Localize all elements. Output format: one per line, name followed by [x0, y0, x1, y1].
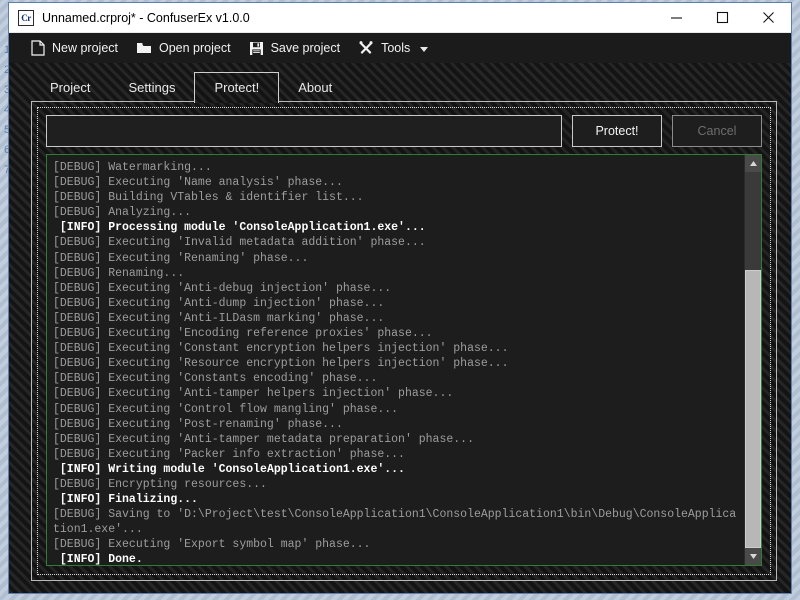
log-line: [INFO] Done. [53, 553, 143, 565]
maximize-button[interactable] [699, 3, 745, 32]
log-line: [DEBUG] Analyzing... [53, 206, 192, 220]
tools-label: Tools [381, 41, 411, 55]
protect-action-row: Protect! Cancel [46, 115, 762, 147]
tab-about[interactable]: About [279, 73, 351, 102]
folder-open-icon [136, 41, 152, 55]
window-body: Project Settings Protect! About Protect!… [9, 63, 791, 593]
log-line: [INFO] Finalizing... [53, 493, 198, 507]
open-project-button[interactable]: Open project [128, 36, 239, 60]
log-line: [INFO] Processing module 'ConsoleApplica… [53, 221, 426, 235]
log-line: [DEBUG] Executing 'Resource encryption h… [53, 357, 509, 371]
log-line: [DEBUG] Saving to 'D:\Project\test\Conso… [53, 508, 737, 537]
new-file-icon [31, 40, 45, 56]
scrollbar-thumb[interactable] [745, 269, 761, 548]
log-line: [DEBUG] Executing 'Control flow mangling… [53, 402, 399, 416]
app-logo-icon: Cr [18, 9, 34, 26]
scroll-down-arrow-icon[interactable] [745, 548, 761, 565]
save-project-button[interactable]: Save project [241, 36, 348, 60]
log-line: [DEBUG] Executing 'Anti-tamper helpers i… [53, 387, 454, 401]
log-line: [DEBUG] Renaming... [53, 266, 185, 280]
tools-menu-button[interactable]: Tools [350, 36, 436, 60]
protect-panel: Protect! Cancel [DEBUG] Watermarking...[… [37, 107, 771, 575]
main-toolbar: New project Open project Save project To… [9, 33, 791, 63]
log-line: [DEBUG] Encrypting resources... [53, 477, 267, 491]
tab-settings[interactable]: Settings [109, 73, 194, 102]
tab-page-protect: Protect! Cancel [DEBUG] Watermarking...[… [31, 101, 777, 581]
log-line: [DEBUG] Executing 'Invalid metadata addi… [53, 236, 426, 250]
log-line: [DEBUG] Watermarking... [53, 161, 212, 174]
protect-button[interactable]: Protect! [572, 115, 662, 147]
log-line: [DEBUG] Building VTables & identifier li… [53, 191, 364, 205]
log-line: [DEBUG] Executing 'Post-renaming' phase.… [53, 417, 343, 431]
output-path-input[interactable] [46, 115, 562, 147]
tab-project[interactable]: Project [31, 73, 109, 102]
save-project-label: Save project [270, 41, 341, 55]
cancel-button: Cancel [672, 115, 762, 147]
minimize-button[interactable] [653, 3, 699, 32]
title-bar[interactable]: Cr Unnamed.crproj* - ConfuserEx v1.0.0 [9, 3, 791, 33]
log-text-area[interactable]: [DEBUG] Watermarking... [DEBUG] Executing… [47, 155, 744, 565]
log-line: [DEBUG] Executing 'Constant encryption h… [53, 342, 509, 356]
log-line: [DEBUG] Executing 'Anti-dump injection' … [53, 296, 385, 310]
tab-protect[interactable]: Protect! [194, 72, 280, 103]
log-line: [DEBUG] Executing 'Export symbol map' ph… [53, 538, 371, 552]
scrollbar-track[interactable] [745, 172, 761, 548]
log-line: [DEBUG] Executing 'Anti-ILDasm marking' … [53, 311, 385, 325]
log-line: [INFO] Writing module 'ConsoleApplicatio… [53, 462, 405, 476]
log-line: [DEBUG] Executing 'Name analysis' phase.… [53, 176, 343, 190]
log-line: [DEBUG] Executing 'Encoding reference pr… [53, 327, 433, 341]
new-project-label: New project [52, 41, 118, 55]
log-line: [DEBUG] Executing 'Anti-debug injection'… [53, 281, 392, 295]
log-output-box: [DEBUG] Watermarking... [DEBUG] Executing… [46, 154, 762, 566]
new-project-button[interactable]: New project [23, 36, 126, 60]
scroll-up-arrow-icon[interactable] [745, 155, 761, 172]
log-line: [DEBUG] Executing 'Packer info extractio… [53, 447, 405, 461]
open-project-label: Open project [159, 41, 231, 55]
close-button[interactable] [745, 3, 791, 32]
log-line: [DEBUG] Executing 'Constants encoding' p… [53, 372, 378, 386]
log-line: [DEBUG] Executing 'Anti-tamper metadata … [53, 432, 474, 446]
window-title: Unnamed.crproj* - ConfuserEx v1.0.0 [42, 10, 250, 25]
log-line: [DEBUG] Executing 'Renaming' phase... [53, 251, 309, 265]
application-window: Cr Unnamed.crproj* - ConfuserEx v1.0.0 N… [8, 2, 792, 594]
wrench-screwdriver-icon [358, 40, 374, 56]
log-scrollbar[interactable] [744, 155, 761, 565]
tab-strip: Project Settings Protect! About [31, 71, 777, 103]
floppy-disk-icon [249, 41, 264, 56]
chevron-down-icon[interactable] [420, 47, 429, 52]
